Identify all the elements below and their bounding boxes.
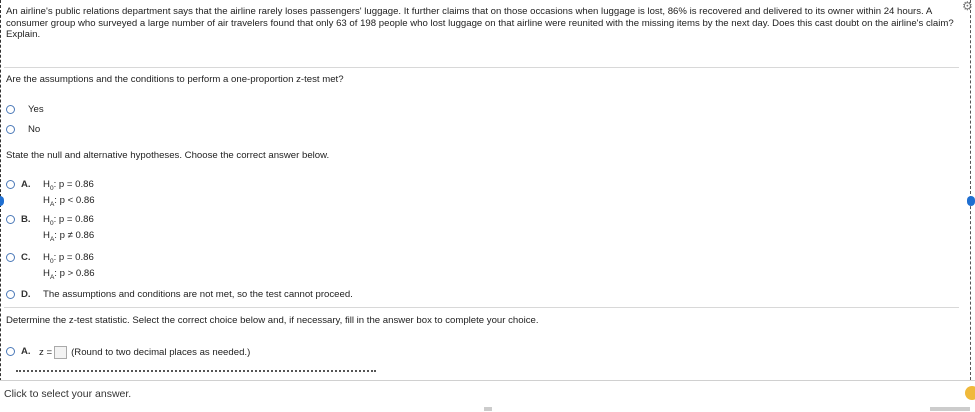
part2-prompt: State the null and alternative hypothese… — [6, 150, 330, 161]
scroll-indicator — [484, 407, 492, 411]
z-option-a[interactable]: A. z = (Round to two decimal places as n… — [6, 346, 250, 359]
radio-icon[interactable] — [6, 347, 15, 356]
hypothesis-option-c[interactable]: C. H0: p = 0.86 HA: p > 0.86 — [6, 252, 95, 284]
left-resize-handle[interactable] — [0, 196, 4, 206]
divider — [4, 67, 959, 68]
rounding-hint: (Round to two decimal places as needed.) — [71, 347, 251, 358]
status-text: Click to select your answer. — [4, 388, 132, 400]
option-d-text: The assumptions and conditions are not m… — [43, 289, 353, 300]
hypothesis-text: H0: p = 0.86 HA: p < 0.86 — [43, 179, 95, 208]
divider — [4, 307, 959, 308]
hypothesis-option-b[interactable]: B. H0: p = 0.86 HA: p ≠ 0.86 — [6, 214, 94, 246]
help-icon[interactable] — [965, 386, 975, 400]
right-frame-border — [970, 0, 972, 380]
part1-prompt: Are the assumptions and the conditions t… — [6, 74, 344, 85]
option-letter: C. — [21, 252, 31, 263]
question-text: An airline's public relations department… — [6, 6, 954, 40]
radio-icon[interactable] — [6, 253, 15, 262]
scroll-indicator — [930, 407, 970, 411]
option-letter: A. — [21, 179, 31, 190]
option-letter: A. — [21, 346, 31, 357]
radio-icon[interactable] — [6, 180, 15, 189]
z-answer-box[interactable] — [54, 346, 68, 359]
option-letter: D. — [21, 289, 31, 300]
hypothesis-text: H0: p = 0.86 HA: p > 0.86 — [43, 252, 95, 281]
option-no-label: No — [28, 124, 41, 135]
hypothesis-text: H0: p = 0.86 HA: p ≠ 0.86 — [43, 214, 95, 243]
gear-icon[interactable]: ⚙ — [962, 0, 973, 12]
hypothesis-option-a[interactable]: A. H0: p = 0.86 HA: p < 0.86 — [6, 179, 95, 211]
part3-prompt: Determine the z-test statistic. Select t… — [6, 315, 539, 326]
clipped-option-b — [6, 370, 386, 373]
radio-icon[interactable] — [6, 125, 15, 134]
option-letter: B. — [21, 214, 31, 225]
radio-icon[interactable] — [6, 290, 15, 299]
z-label: z = — [39, 347, 53, 358]
radio-icon[interactable] — [6, 215, 15, 224]
option-no[interactable]: No — [6, 124, 40, 135]
option-yes-label: Yes — [28, 104, 44, 115]
radio-icon[interactable] — [6, 105, 15, 114]
right-resize-handle[interactable] — [967, 196, 975, 206]
hypothesis-option-d[interactable]: D. The assumptions and conditions are no… — [6, 289, 353, 300]
option-yes[interactable]: Yes — [6, 104, 44, 115]
